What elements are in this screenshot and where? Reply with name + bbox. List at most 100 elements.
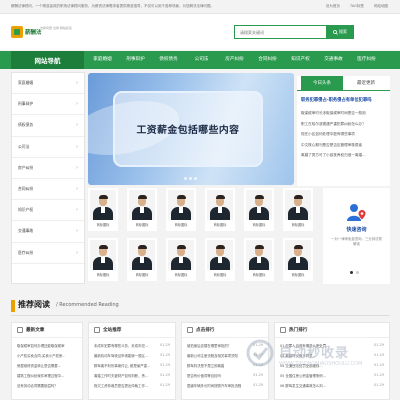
nav-item-property[interactable]: 房产纠纷 bbox=[218, 51, 251, 69]
sidebar-item-label: 房产纠纷 bbox=[18, 164, 34, 170]
sidebar-item-label: 公司法 bbox=[18, 143, 30, 149]
list-item[interactable]: 职工在哈尔滨遭遇严重犯罪纠纷怎么办？ bbox=[301, 119, 389, 130]
document-icon bbox=[280, 327, 286, 333]
nav-item-company[interactable]: 公司法 bbox=[185, 51, 218, 69]
banner-card: 工资薪金包括哪些内容 bbox=[113, 91, 263, 167]
photo-caption: 商标图标 bbox=[174, 223, 188, 227]
list-item-date: 01-29 bbox=[160, 373, 170, 377]
sidebar-item-debt[interactable]: 债权债务 › bbox=[12, 115, 84, 137]
document-icon bbox=[17, 327, 23, 333]
list-item[interactable]: 取保候审如何办理还能取保候审... bbox=[17, 340, 77, 350]
nav-item-debt[interactable]: 债权债务 bbox=[152, 51, 185, 69]
category-sidebar: 家庭婚姻 › 刑事辩护 › 债权债务 › 公司法 › 房产纠纷 › 合同纠纷 › 知识产权 ›… bbox=[11, 72, 85, 284]
promo-dot[interactable] bbox=[350, 271, 353, 274]
top-link-sitemap[interactable]: 网站地图 bbox=[374, 4, 388, 8]
list-item[interactable]: 最新机动车驾驶证申请能够一般区... 01-29 bbox=[94, 350, 170, 360]
list-item[interactable]: 06 醉驾发生交通事故怎么判... 01-29 bbox=[280, 380, 384, 390]
photo-card[interactable]: 商标图标 bbox=[283, 238, 313, 281]
list-item[interactable]: 醉驾离不利刑事案件云, 都是偷严重... 01-29 bbox=[94, 360, 170, 370]
nav-item-medical[interactable]: 医疗纠纷 bbox=[350, 51, 383, 69]
list-item[interactable]: 04 交通违法处罚全部细则... 01-29 bbox=[280, 360, 384, 370]
list-item[interactable]: 被拍案后遗嘱在哪里审批的？ 01-29 bbox=[187, 340, 263, 350]
nav-item-criminal[interactable]: 刑事辩护 bbox=[119, 51, 152, 69]
photo-card[interactable]: 商标图标 bbox=[166, 188, 196, 231]
site-logo[interactable]: 薪酬法 bbox=[11, 26, 42, 38]
search-button-label: 搜索 bbox=[339, 29, 347, 34]
nav-item-traffic[interactable]: 交通事故 bbox=[317, 51, 350, 69]
list-item[interactable]: 醉驾判决是不是立即离婚 01-29 bbox=[187, 360, 263, 370]
list-item-text: 醉驾判决是不是立即离婚 bbox=[187, 363, 225, 368]
photo-card[interactable]: 商标图标 bbox=[205, 188, 235, 231]
nav-home[interactable]: 网站导航 bbox=[11, 51, 84, 69]
search-icon bbox=[333, 29, 338, 35]
search-button[interactable]: 搜索 bbox=[326, 25, 354, 39]
banner-dot[interactable] bbox=[194, 177, 197, 180]
photo-card[interactable]: 商标图标 bbox=[127, 238, 157, 281]
news-headline[interactable]: 职务犯罪侵占-职务侵占有单位犯罪吗 bbox=[301, 97, 389, 103]
sidebar-item-medical[interactable]: 医疗纠纷 › bbox=[12, 243, 84, 264]
photo-card[interactable]: 商标图标 bbox=[244, 188, 274, 231]
list-item[interactable]: 03 离婚时父母不同意... 01-29 bbox=[280, 350, 384, 360]
list-item[interactable]: 取保候审时长涉取保候审时间是否一般用 bbox=[301, 108, 389, 119]
sidebar-item-contract[interactable]: 合同纠纷 › bbox=[12, 179, 84, 201]
list-item[interactable]: 离婚了男方可了小孩抚养权归谁一离婚... bbox=[301, 150, 389, 161]
chevron-right-icon: › bbox=[76, 101, 78, 108]
sidebar-item-family[interactable]: 家庭婚姻 › bbox=[12, 73, 84, 95]
list-item[interactable]: 国道车辆多长时间按照汽车审批流程 01-29 bbox=[187, 380, 263, 390]
tab-today[interactable]: 今日头条 bbox=[301, 76, 343, 91]
list-item-date: 01-29 bbox=[253, 373, 263, 377]
top-link-tags[interactable]: TAG标签 bbox=[350, 4, 364, 8]
promo-dot[interactable] bbox=[356, 271, 359, 274]
site-recommend-panel: 全站推荐 未成年犯罪有哪些义务，未成年犯... 01-29 最新机动车驾驶证申请能… bbox=[88, 322, 176, 400]
sidebar-item-ip[interactable]: 知识产权 › bbox=[12, 200, 84, 222]
photo-card[interactable]: 商标图标 bbox=[244, 238, 274, 281]
banner-dot[interactable] bbox=[184, 177, 187, 180]
nav-item-family[interactable]: 家庭婚姻 bbox=[86, 51, 119, 69]
search-input[interactable] bbox=[235, 26, 335, 38]
hero-banner[interactable]: 工资薪金包括哪些内容 bbox=[88, 73, 294, 185]
photo-card[interactable]: 商标图标 bbox=[88, 188, 118, 231]
list-item[interactable]: 最新公司注册流程及相关事项须知 12-07 bbox=[187, 350, 263, 360]
photo-card[interactable]: 商标图标 bbox=[166, 238, 196, 281]
list-item-date: 01-29 bbox=[374, 363, 384, 367]
sidebar-item-company[interactable]: 公司法 › bbox=[12, 137, 84, 158]
list-item[interactable]: 没有劳动合同需要赔偿吗？ bbox=[17, 380, 77, 390]
list-item[interactable]: 现在小区如何处理中庭有哪些事项 bbox=[301, 129, 389, 140]
list-item-text: 离婚工作时夫妻财产如何判断，责... bbox=[94, 373, 149, 378]
list-item[interactable]: 05 全国住房公积金管理条例... 01-29 bbox=[280, 370, 384, 380]
sidebar-item-traffic[interactable]: 交通事故 › bbox=[12, 221, 84, 243]
nav-item-contract[interactable]: 合同纠纷 bbox=[251, 51, 284, 69]
banner-dot[interactable] bbox=[189, 177, 192, 180]
sidebar-item-property[interactable]: 房产纠纷 › bbox=[12, 158, 84, 179]
list-item[interactable]: 拖欠工资仲裁员是否提出仲裁工作... 01-29 bbox=[94, 380, 170, 390]
list-item[interactable]: 房屋维修资金转让是否需要... bbox=[17, 360, 77, 370]
list-item[interactable]: 01 犯罪人自首有哪些从宽处罚... 01-29 bbox=[280, 340, 384, 350]
list-item-text: 国道车辆多长时间按照汽车审批流程 bbox=[187, 383, 242, 388]
photo-card[interactable]: 商标图标 bbox=[205, 238, 235, 281]
photo-card[interactable]: 商标图标 bbox=[283, 188, 313, 231]
list-item-text: 01 犯罪人自首有哪些从宽处罚... bbox=[280, 343, 330, 348]
sidebar-item-label: 医疗纠纷 bbox=[18, 249, 34, 255]
photo-grid: 商标图标 商标图标 商标图标 商标图标 商标图标 商标图标 商标图标 商标图标 商标图标 商标图标… bbox=[88, 188, 318, 284]
list-item[interactable]: 离婚工作时夫妻财产如何判断，责... 01-29 bbox=[94, 370, 170, 380]
list-item[interactable]: 小产权买卖合同-买卖小产权房... bbox=[17, 350, 77, 360]
photo-card[interactable]: 商标图标 bbox=[127, 188, 157, 231]
sidebar-item-criminal[interactable]: 刑事辩护 › bbox=[12, 94, 84, 116]
list-item-date: 01-29 bbox=[374, 343, 384, 347]
portrait-image bbox=[90, 190, 116, 220]
photo-card[interactable]: 商标图标 bbox=[88, 238, 118, 281]
list-item-text: 建筑工程纠纷案件审理过程中... bbox=[17, 373, 65, 378]
consult-promo[interactable]: 快速咨询 一对一律师免费咨询，三分钟法规解读 bbox=[323, 188, 390, 284]
list-item[interactable]: 未成年犯罪有哪些义务，未成年犯... 01-29 bbox=[94, 340, 170, 350]
top-link-home[interactable]: 设为首页 bbox=[326, 4, 340, 8]
tab-latest[interactable]: 最近更新 bbox=[345, 76, 387, 91]
nav-item-ip[interactable]: 知识产权 bbox=[284, 51, 317, 69]
portrait-image bbox=[168, 240, 194, 270]
banner-title: 工资薪金包括哪些内容 bbox=[136, 125, 240, 136]
list-item[interactable]: 建筑工程纠纷案件审理过程中... bbox=[17, 370, 77, 380]
hot-ranking-panel: 热门排行 01 犯罪人自首有哪些从宽处罚... 01-29 03 离婚时父母不同意… bbox=[274, 322, 390, 400]
photo-caption: 商标图标 bbox=[252, 223, 266, 227]
list-item[interactable]: 是否有价值同等自检吗 01-29 bbox=[187, 370, 263, 380]
photo-caption: 商标图标 bbox=[96, 273, 110, 277]
list-item[interactable]: 中文核心期刊是否是否应管理审核费者 bbox=[301, 140, 389, 151]
